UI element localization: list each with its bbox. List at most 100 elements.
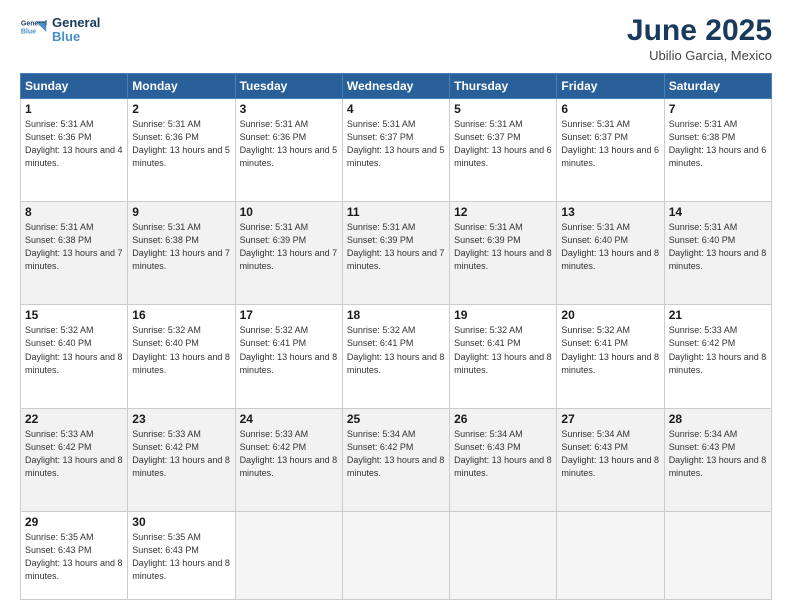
calendar-cell: 1Sunrise: 5:31 AMSunset: 6:36 PMDaylight… xyxy=(21,99,128,202)
calendar-cell: 16Sunrise: 5:32 AMSunset: 6:40 PMDayligh… xyxy=(128,305,235,408)
day-number: 5 xyxy=(454,102,552,116)
calendar-cell: 25 Sunrise: 5:34 AMSunset: 6:42 PMDayligh… xyxy=(342,408,449,511)
calendar-cell: 7 Sunrise: 5:31 AMSunset: 6:38 PMDaylight… xyxy=(664,99,771,202)
day-info: Sunrise: 5:31 AMSunset: 6:38 PMDaylight:… xyxy=(132,221,230,273)
logo-general: General xyxy=(52,16,100,30)
calendar-cell: 2Sunrise: 5:31 AMSunset: 6:36 PMDaylight… xyxy=(128,99,235,202)
weekday-saturday: Saturday xyxy=(664,74,771,99)
page: General Blue General Blue June 2025 Ubil… xyxy=(0,0,792,612)
weekday-header-row: SundayMondayTuesdayWednesdayThursdayFrid… xyxy=(21,74,772,99)
day-info: Sunrise: 5:31 AMSunset: 6:36 PMDaylight:… xyxy=(240,118,338,170)
weekday-monday: Monday xyxy=(128,74,235,99)
day-info: Sunrise: 5:33 AMSunset: 6:42 PMDaylight:… xyxy=(132,428,230,480)
day-info: Sunrise: 5:31 AMSunset: 6:40 PMDaylight:… xyxy=(561,221,659,273)
day-number: 17 xyxy=(240,308,338,322)
svg-text:Blue: Blue xyxy=(21,29,36,36)
day-number: 8 xyxy=(25,205,123,219)
day-info: Sunrise: 5:32 AMSunset: 6:41 PMDaylight:… xyxy=(561,324,659,376)
calendar-week-2: 8 Sunrise: 5:31 AMSunset: 6:38 PMDaylight… xyxy=(21,202,772,305)
day-number: 13 xyxy=(561,205,659,219)
day-info: Sunrise: 5:31 AMSunset: 6:40 PMDaylight:… xyxy=(669,221,767,273)
day-info: Sunrise: 5:31 AMSunset: 6:37 PMDaylight:… xyxy=(454,118,552,170)
calendar-cell: 17 Sunrise: 5:32 AMSunset: 6:41 PMDayligh… xyxy=(235,305,342,408)
weekday-friday: Friday xyxy=(557,74,664,99)
day-number: 15 xyxy=(25,308,123,322)
day-info: Sunrise: 5:34 AMSunset: 6:43 PMDaylight:… xyxy=(561,428,659,480)
day-info: Sunrise: 5:35 AMSunset: 6:43 PMDaylight:… xyxy=(25,531,123,583)
day-number: 28 xyxy=(669,412,767,426)
calendar-cell: 23 Sunrise: 5:33 AMSunset: 6:42 PMDayligh… xyxy=(128,408,235,511)
day-info: Sunrise: 5:32 AMSunset: 6:41 PMDaylight:… xyxy=(347,324,445,376)
day-info: Sunrise: 5:31 AMSunset: 6:39 PMDaylight:… xyxy=(454,221,552,273)
day-info: Sunrise: 5:34 AMSunset: 6:42 PMDaylight:… xyxy=(347,428,445,480)
day-info: Sunrise: 5:31 AMSunset: 6:37 PMDaylight:… xyxy=(347,118,445,170)
calendar-cell: 15 Sunrise: 5:32 AMSunset: 6:40 PMDayligh… xyxy=(21,305,128,408)
logo: General Blue General Blue xyxy=(20,16,100,45)
day-info: Sunrise: 5:35 AMSunset: 6:43 PMDaylight:… xyxy=(132,531,230,583)
month-title: June 2025 xyxy=(627,16,772,46)
weekday-wednesday: Wednesday xyxy=(342,74,449,99)
day-info: Sunrise: 5:32 AMSunset: 6:41 PMDaylight:… xyxy=(454,324,552,376)
calendar-week-3: 15 Sunrise: 5:32 AMSunset: 6:40 PMDayligh… xyxy=(21,305,772,408)
calendar-cell: 11 Sunrise: 5:31 AMSunset: 6:39 PMDayligh… xyxy=(342,202,449,305)
day-number: 25 xyxy=(347,412,445,426)
day-number: 3 xyxy=(240,102,338,116)
calendar-cell: 19Sunrise: 5:32 AMSunset: 6:41 PMDayligh… xyxy=(450,305,557,408)
day-number: 2 xyxy=(132,102,230,116)
day-info: Sunrise: 5:31 AMSunset: 6:39 PMDaylight:… xyxy=(240,221,338,273)
weekday-thursday: Thursday xyxy=(450,74,557,99)
location: Ubilio Garcia, Mexico xyxy=(627,48,772,63)
day-info: Sunrise: 5:31 AMSunset: 6:36 PMDaylight:… xyxy=(25,118,123,170)
day-number: 29 xyxy=(25,515,123,529)
day-info: Sunrise: 5:32 AMSunset: 6:40 PMDaylight:… xyxy=(25,324,123,376)
day-info: Sunrise: 5:31 AMSunset: 6:37 PMDaylight:… xyxy=(561,118,659,170)
calendar-cell: 26 Sunrise: 5:34 AMSunset: 6:43 PMDayligh… xyxy=(450,408,557,511)
calendar-cell: 10 Sunrise: 5:31 AMSunset: 6:39 PMDayligh… xyxy=(235,202,342,305)
calendar-cell: 28 Sunrise: 5:34 AMSunset: 6:43 PMDayligh… xyxy=(664,408,771,511)
day-number: 7 xyxy=(669,102,767,116)
day-number: 21 xyxy=(669,308,767,322)
calendar-cell: 13 Sunrise: 5:31 AMSunset: 6:40 PMDayligh… xyxy=(557,202,664,305)
calendar-cell: 14 Sunrise: 5:31 AMSunset: 6:40 PMDayligh… xyxy=(664,202,771,305)
weekday-sunday: Sunday xyxy=(21,74,128,99)
day-number: 23 xyxy=(132,412,230,426)
day-info: Sunrise: 5:33 AMSunset: 6:42 PMDaylight:… xyxy=(669,324,767,376)
header: General Blue General Blue June 2025 Ubil… xyxy=(20,16,772,63)
calendar-cell: 8 Sunrise: 5:31 AMSunset: 6:38 PMDaylight… xyxy=(21,202,128,305)
calendar-cell: 12 Sunrise: 5:31 AMSunset: 6:39 PMDayligh… xyxy=(450,202,557,305)
calendar-cell: 3 Sunrise: 5:31 AMSunset: 6:36 PMDaylight… xyxy=(235,99,342,202)
calendar-week-1: 1Sunrise: 5:31 AMSunset: 6:36 PMDaylight… xyxy=(21,99,772,202)
calendar-cell: 30 Sunrise: 5:35 AMSunset: 6:43 PMDayligh… xyxy=(128,511,235,599)
calendar-cell: 27 Sunrise: 5:34 AMSunset: 6:43 PMDayligh… xyxy=(557,408,664,511)
day-info: Sunrise: 5:33 AMSunset: 6:42 PMDaylight:… xyxy=(25,428,123,480)
day-number: 26 xyxy=(454,412,552,426)
calendar-table: SundayMondayTuesdayWednesdayThursdayFrid… xyxy=(20,73,772,600)
day-info: Sunrise: 5:31 AMSunset: 6:38 PMDaylight:… xyxy=(669,118,767,170)
calendar-cell: 9 Sunrise: 5:31 AMSunset: 6:38 PMDaylight… xyxy=(128,202,235,305)
day-number: 27 xyxy=(561,412,659,426)
calendar-cell xyxy=(342,511,449,599)
day-info: Sunrise: 5:34 AMSunset: 6:43 PMDaylight:… xyxy=(454,428,552,480)
day-number: 4 xyxy=(347,102,445,116)
day-number: 24 xyxy=(240,412,338,426)
title-area: June 2025 Ubilio Garcia, Mexico xyxy=(627,16,772,63)
day-info: Sunrise: 5:33 AMSunset: 6:42 PMDaylight:… xyxy=(240,428,338,480)
day-number: 30 xyxy=(132,515,230,529)
day-number: 22 xyxy=(25,412,123,426)
day-number: 9 xyxy=(132,205,230,219)
day-number: 10 xyxy=(240,205,338,219)
day-info: Sunrise: 5:32 AMSunset: 6:41 PMDaylight:… xyxy=(240,324,338,376)
day-number: 6 xyxy=(561,102,659,116)
day-number: 20 xyxy=(561,308,659,322)
calendar-cell: 22 Sunrise: 5:33 AMSunset: 6:42 PMDayligh… xyxy=(21,408,128,511)
day-number: 18 xyxy=(347,308,445,322)
calendar-cell xyxy=(235,511,342,599)
day-info: Sunrise: 5:31 AMSunset: 6:39 PMDaylight:… xyxy=(347,221,445,273)
day-number: 11 xyxy=(347,205,445,219)
day-info: Sunrise: 5:34 AMSunset: 6:43 PMDaylight:… xyxy=(669,428,767,480)
day-number: 14 xyxy=(669,205,767,219)
weekday-tuesday: Tuesday xyxy=(235,74,342,99)
day-info: Sunrise: 5:31 AMSunset: 6:38 PMDaylight:… xyxy=(25,221,123,273)
day-number: 12 xyxy=(454,205,552,219)
calendar-cell xyxy=(664,511,771,599)
